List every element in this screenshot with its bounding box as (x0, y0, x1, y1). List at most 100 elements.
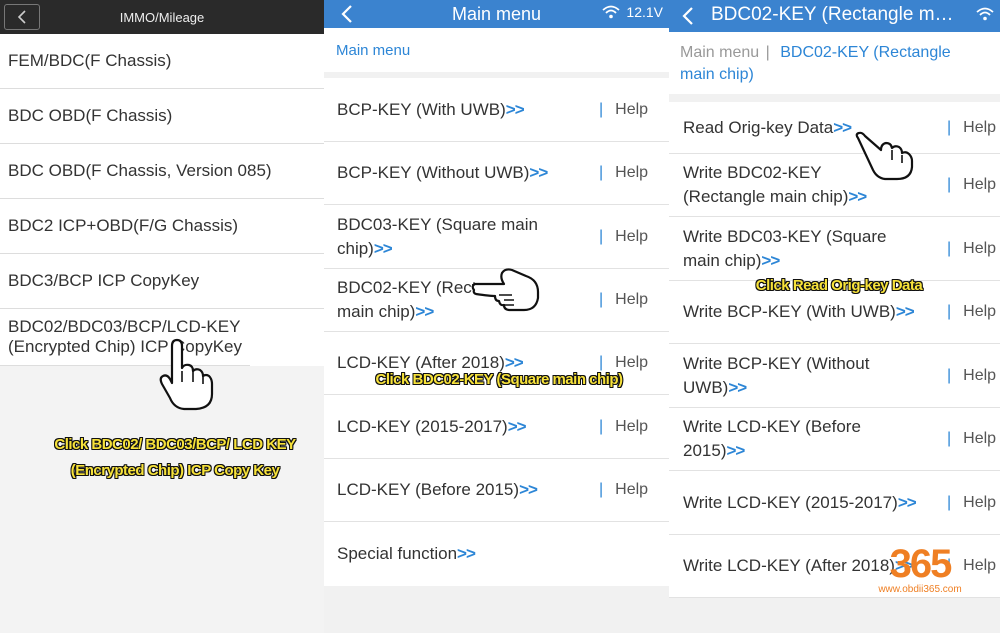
menu-item-label: LCD-KEY (After 2018) (337, 353, 505, 372)
list-item-label: BDC3/BCP ICP CopyKey (8, 271, 200, 290)
help-link[interactable]: Help (963, 300, 996, 324)
arrows: >> (457, 544, 476, 563)
header-bar: IMMO/Mileage (0, 0, 324, 34)
separator: | (599, 291, 604, 308)
help-link[interactable]: Help (963, 173, 996, 197)
menu-item[interactable]: BCP-KEY (With UWB)>> | Help (324, 78, 669, 142)
separator: | (947, 493, 952, 511)
menu-list: BCP-KEY (With UWB)>> | Help BCP-KEY (With… (324, 78, 669, 586)
arrows: >> (728, 377, 747, 397)
menu-item-label: LCD-KEY (2015-2017) (337, 416, 508, 436)
separator: | (947, 239, 952, 257)
caption-line: Click BDC02/ BDC03/BCP/ LCD KEY (54, 436, 296, 453)
status-bar (976, 7, 994, 21)
header-bar: Main menu 12.1V (324, 0, 669, 28)
immo-mileage-screen: IMMO/Mileage FEM/BDC(F Chassis) BDC OBD(… (0, 0, 324, 633)
back-arrow-icon[interactable] (340, 4, 354, 24)
menu-item[interactable]: Special function>> (324, 522, 669, 586)
help-link[interactable]: Help (963, 116, 996, 140)
arrows: >> (504, 353, 524, 372)
menu-item[interactable]: Write BDC02-KEY (Rectangle main chip)>> … (669, 154, 1000, 217)
instruction-caption: Click BDC02/ BDC03/BCP/ LCD KEY (Encrypt… (30, 432, 320, 484)
back-arrow-icon[interactable] (681, 6, 695, 26)
menu-item[interactable]: Write LCD-KEY (Before 2015)>> | Help (669, 408, 1000, 471)
list-item-label: BDC OBD(F Chassis, Version 085) (8, 161, 272, 180)
menu-item[interactable]: LCD-KEY (2015-2017)>> | Help (324, 395, 669, 459)
voltage-readout: 12.1V (626, 4, 663, 20)
menu-item[interactable]: LCD-KEY (Before 2015)>> | Help (324, 459, 669, 522)
menu-item[interactable]: BCP-KEY (Without UWB)>> | Help (324, 142, 669, 205)
wifi-icon (602, 5, 620, 19)
separator: | (599, 164, 604, 181)
help-link[interactable]: Help (963, 491, 996, 515)
back-arrow-icon (17, 10, 26, 24)
menu-item[interactable]: Write LCD-KEY (2015-2017)>> | Help (669, 471, 1000, 535)
help-link[interactable]: Help (615, 478, 648, 502)
back-button[interactable] (4, 4, 40, 30)
page-title: BDC02-KEY (Rectangle m… (711, 4, 954, 25)
list-item[interactable]: BDC3/BCP ICP CopyKey (0, 254, 324, 309)
main-menu-screen: Main menu 12.1V Main menu BCP-KEY (With … (324, 0, 669, 633)
separator: | (947, 118, 952, 136)
menu-item-label: Write LCD-KEY (After 2018) (683, 556, 895, 575)
list-item[interactable]: BDC OBD(F Chassis, Version 085) (0, 144, 324, 199)
list-item[interactable]: BDC2 ICP+OBD(F/G Chassis) (0, 199, 324, 254)
arrows: >> (833, 117, 852, 137)
menu-item[interactable]: BDC03-KEY (Square main chip)>> | Help (324, 205, 669, 269)
pointing-hand-icon (159, 338, 214, 411)
separator: | (947, 303, 952, 320)
list-item-label: BDC OBD(F Chassis) (8, 106, 173, 125)
arrows: >> (897, 492, 917, 512)
separator: | (599, 227, 604, 245)
help-link[interactable]: Help (615, 98, 648, 122)
help-link[interactable]: Help (615, 161, 648, 185)
list-item[interactable]: FEM/BDC(F Chassis) (0, 34, 324, 89)
separator: | (599, 417, 604, 435)
breadcrumb-separator: | (765, 44, 770, 61)
breadcrumb-item[interactable]: Main menu (336, 42, 410, 59)
arrows: >> (373, 238, 393, 258)
menu-item-label: Write BDC03-KEY (Square main chip) (683, 226, 887, 270)
help-link[interactable]: Help (963, 427, 996, 451)
menu-item-label: Write LCD-KEY (2015-2017) (683, 492, 898, 512)
arrows: >> (848, 187, 867, 206)
menu-item-label: Write BCP-KEY (With UWB) (683, 302, 896, 321)
menu-item-label: Write BDC02-KEY (Rectangle main chip) (683, 163, 849, 206)
watermark-mark: 365 (889, 542, 953, 586)
caption-line: (Encrypted Chip) ICP Copy Key (70, 462, 280, 479)
instruction-caption: Click BDC02-KEY (Square main chip) (375, 371, 623, 388)
help-link[interactable]: Help (615, 225, 648, 249)
separator: | (947, 366, 952, 384)
pointing-hand-icon (471, 268, 540, 312)
menu-item[interactable]: Write BDC03-KEY (Square main chip)>> | He… (669, 217, 1000, 281)
status-bar: 12.1V (602, 4, 663, 20)
help-link[interactable]: Help (963, 237, 996, 261)
menu-item-label: BCP-KEY (With UWB) (337, 99, 506, 119)
list-item-label: BDC2 ICP+OBD(F/G Chassis) (8, 216, 239, 235)
help-link[interactable]: Help (615, 288, 648, 312)
arrows: >> (726, 441, 745, 460)
pointing-hand-icon (855, 131, 914, 181)
list-item[interactable]: BDC OBD(F Chassis) (0, 89, 324, 144)
breadcrumb-item[interactable]: Main menu (680, 44, 759, 61)
watermark-url: www.obdii365.com (878, 584, 962, 595)
menu-item[interactable]: Write BCP-KEY (Without UWB)>> | Help (669, 344, 1000, 408)
watermark-logo: 365 www.obdii365.com (870, 544, 970, 595)
menu-list: Read Orig-key Data>> | Help Write BDC02-K… (669, 102, 1000, 598)
menu-item-label: Write BCP-KEY (Without UWB) (683, 353, 870, 397)
list-item-label: FEM/BDC(F Chassis) (8, 51, 172, 70)
arrows: >> (415, 302, 434, 321)
help-link[interactable]: Help (615, 415, 648, 439)
header-bar: BDC02-KEY (Rectangle m… (669, 0, 1000, 32)
separator: | (947, 430, 952, 447)
menu-item-label: Special function (337, 544, 458, 563)
bdc02-key-screen: BDC02-KEY (Rectangle m… Main menu | BDC0… (669, 0, 1000, 633)
menu-item-label: BDC03-KEY (Square main chip) (337, 214, 538, 258)
arrows: >> (519, 480, 538, 499)
menu-list: FEM/BDC(F Chassis) BDC OBD(F Chassis) BD… (0, 34, 324, 366)
arrows: >> (895, 302, 915, 321)
menu-item-label: LCD-KEY (Before 2015) (337, 480, 520, 499)
help-link[interactable]: Help (963, 364, 996, 388)
instruction-caption: Click Read Orig-key Data (755, 277, 923, 294)
menu-item[interactable]: Read Orig-key Data>> | Help (669, 102, 1000, 154)
